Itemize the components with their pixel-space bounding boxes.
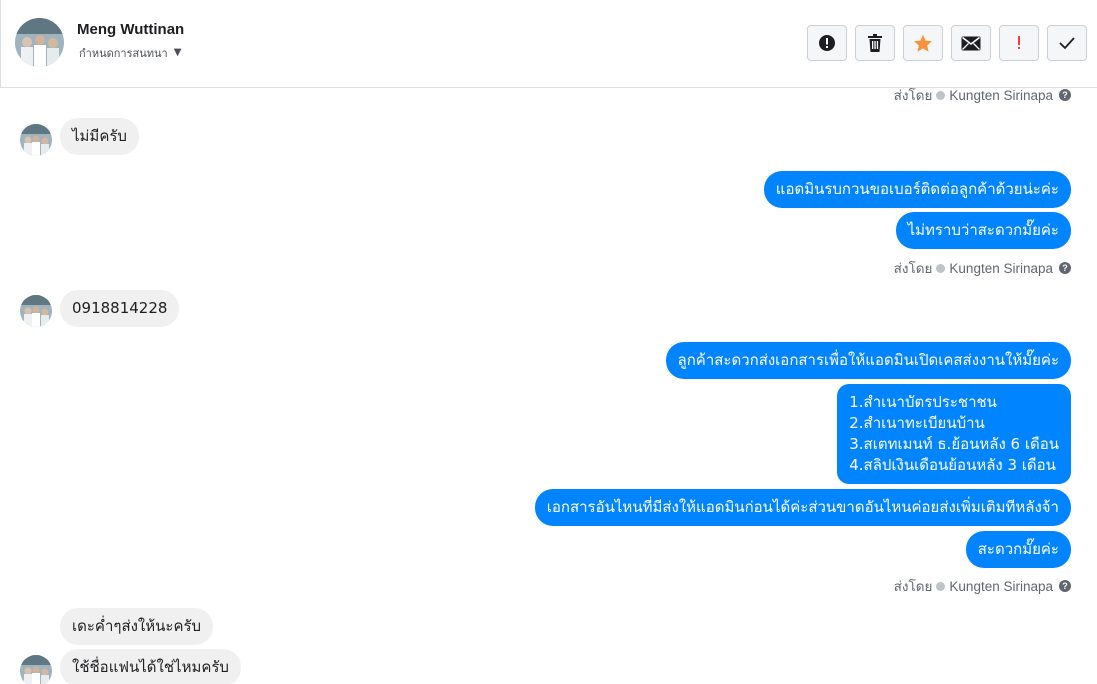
message-bubble-outgoing[interactable]: แอดมินรบกวนขอเบอร์ติดต่อลูกค้าด้วยน่ะค่ะ — [763, 171, 1071, 208]
message-bubble-outgoing[interactable]: เอกสารอันไหนที่มีส่งให้แอดมินก่อนได้ค่ะส… — [534, 489, 1071, 526]
message-bubble-incoming[interactable]: 0918814228 — [60, 290, 180, 327]
message-bubble-incoming[interactable]: เดะค่ำๆส่งให้นะครับ — [60, 608, 214, 645]
conversation-header: Meng Wuttinan กำหนดการสนทนา ▼ — [0, 0, 1097, 88]
envelope-icon — [961, 36, 981, 50]
avatar[interactable] — [20, 295, 52, 327]
avatar[interactable] — [20, 655, 52, 684]
message-bubble-incoming[interactable]: ใช้ชื่อแฟนได้ใช่ไหมครับ — [60, 649, 241, 684]
help-icon[interactable]: ? — [1059, 262, 1071, 274]
message-bubble-incoming[interactable]: ไม่มีครับ — [60, 118, 139, 155]
conversation-menu[interactable]: กำหนดการสนทนา ▼ — [79, 44, 181, 62]
star-icon — [914, 34, 932, 52]
avatar[interactable] — [20, 124, 52, 156]
seen-check-icon — [936, 263, 946, 273]
conversation-menu-label: กำหนดการสนทนา — [79, 47, 168, 60]
message-line: 4.สลิปเงินเดือนย้อนหลัง 3 เดือน — [849, 456, 1056, 474]
message-line: 2.สำเนาทะเบียนบ้าน — [849, 414, 985, 432]
sent-by-label: ส่งโดย Kungten Sirinapa ? — [894, 575, 1071, 597]
check-icon — [1059, 37, 1075, 50]
message-bubble-outgoing[interactable]: ลูกค้าสะดวกส่งเอกสารเพื่อให้แอดมินเปิดเค… — [665, 342, 1071, 379]
sent-by-prefix: ส่งโดย — [893, 261, 933, 276]
message-thread[interactable]: ส่งโดย Kungten Sirinapa ? ไม่มีครับ แอดม… — [0, 88, 1097, 684]
help-icon[interactable]: ? — [1059, 89, 1071, 101]
sent-by-label: ส่งโดย Kungten Sirinapa ? — [894, 257, 1071, 279]
seen-check-icon — [936, 90, 946, 100]
message-line: 3.สเตทเมนท์ ธ.ย้อนหลัง 6 เดือน — [849, 435, 1059, 453]
help-icon[interactable]: ? — [1059, 580, 1071, 592]
avatar[interactable] — [15, 18, 64, 67]
action-toolbar — [807, 25, 1087, 61]
sent-by-agent: Kungten Sirinapa — [949, 88, 1053, 103]
delete-button[interactable] — [855, 25, 895, 61]
message-bubble-outgoing[interactable]: สะดวกมั๊ยค่ะ — [965, 531, 1071, 568]
caret-down-icon: ▼ — [173, 47, 182, 58]
seen-check-icon — [936, 581, 946, 591]
message-line: 1.สำเนาบัตรประชาชน — [849, 393, 997, 411]
exclamation-icon — [1018, 36, 1020, 49]
sent-by-prefix: ส่งโดย — [893, 579, 933, 594]
contact-name: Meng Wuttinan — [77, 21, 185, 38]
sent-by-agent: Kungten Sirinapa — [949, 578, 1053, 594]
alert-button[interactable] — [807, 25, 847, 61]
mark-done-button[interactable] — [1047, 25, 1087, 61]
alert-circle-icon — [819, 35, 835, 51]
sent-by-label: ส่งโดย Kungten Sirinapa ? — [894, 88, 1071, 106]
mail-button[interactable] — [951, 25, 991, 61]
trash-icon — [868, 34, 882, 52]
star-button[interactable] — [903, 25, 943, 61]
message-bubble-outgoing[interactable]: ไม่ทราบว่าสะดวกมั๊ยค่ะ — [895, 212, 1071, 249]
sent-by-prefix: ส่งโดย — [893, 88, 933, 103]
message-bubble-outgoing[interactable]: 1.สำเนาบัตรประชาชน 2.สำเนาทะเบียนบ้าน 3.… — [837, 384, 1071, 484]
spam-button[interactable] — [999, 25, 1039, 61]
sent-by-agent: Kungten Sirinapa — [949, 260, 1053, 276]
